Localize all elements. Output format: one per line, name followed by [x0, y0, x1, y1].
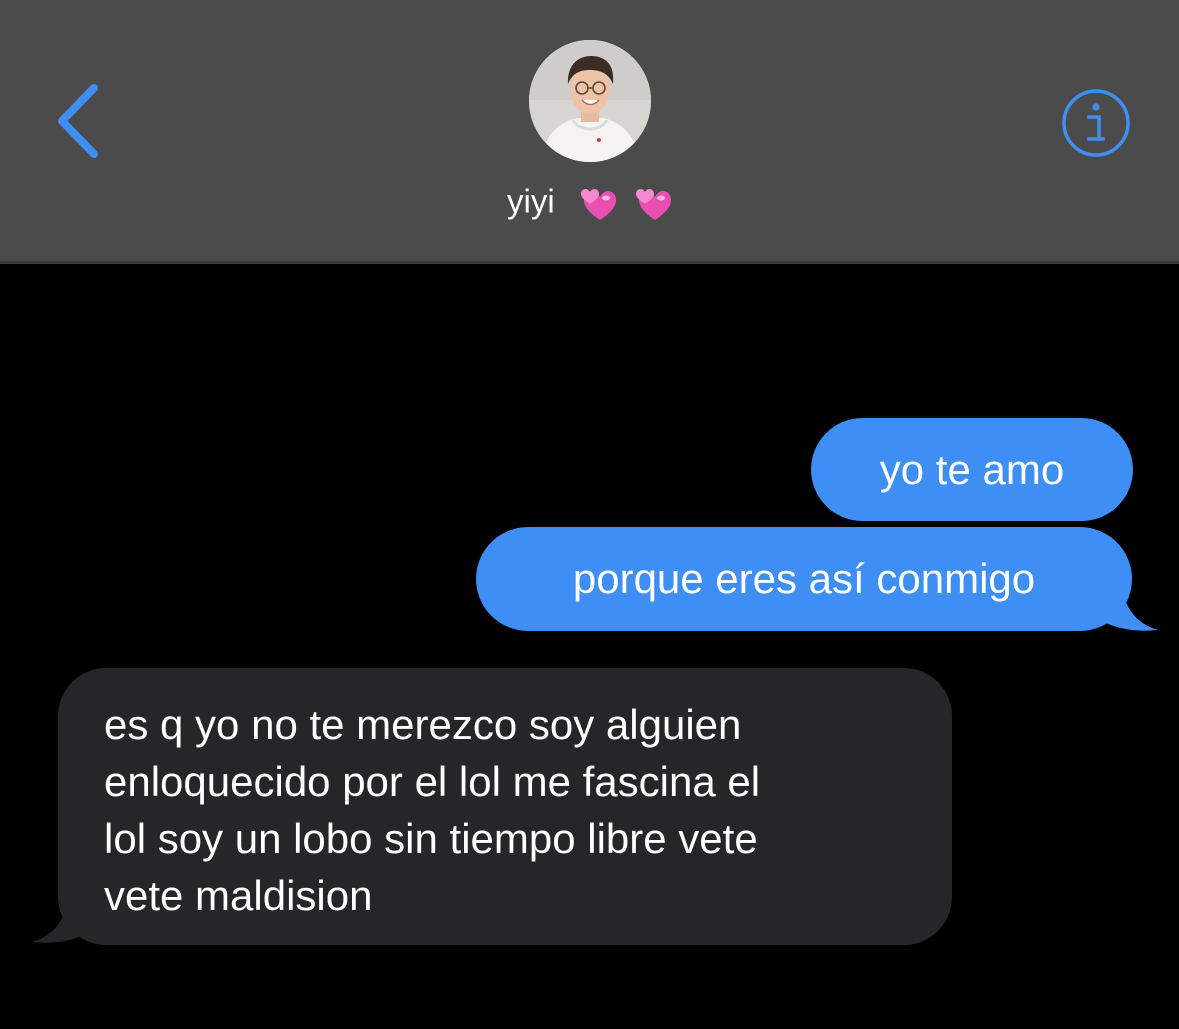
- outgoing-bubble-tail: [1100, 586, 1158, 631]
- message-bubble-outgoing[interactable]: yo te amo: [811, 418, 1133, 521]
- message-text-line: es q yo no te merezco soy alguien: [104, 701, 742, 748]
- message-text-line: enloquecido por el lol me fascina el: [104, 758, 761, 805]
- revolving-hearts-icon: [636, 188, 671, 220]
- conversation-header: yiyi: [0, 0, 1179, 264]
- back-button[interactable]: [44, 76, 124, 166]
- message-bubble-incoming[interactable]: es q yo no te merezco soy alguien enloqu…: [58, 668, 952, 945]
- contact-name-label: yiyi: [506, 182, 555, 220]
- messages-screen: yiyi yo te amo porque eres así conmigo e…: [0, 0, 1179, 1029]
- contact-emoji-group: [572, 178, 673, 224]
- info-button[interactable]: [1060, 87, 1132, 159]
- info-icon: [1062, 89, 1130, 157]
- message-thread[interactable]: yo te amo porque eres así conmigo es q y…: [0, 264, 1179, 1029]
- message-text-line: vete maldision: [104, 872, 373, 919]
- contact-avatar[interactable]: [529, 40, 651, 162]
- chevron-left-icon: [58, 84, 98, 158]
- message-text-line: lol soy un lobo sin tiempo libre vete: [104, 815, 758, 862]
- incoming-bubble-tail: [32, 898, 90, 943]
- avatar-photo: [529, 40, 651, 162]
- revolving-hearts-icon: [580, 188, 616, 220]
- contact-name[interactable]: yiyi: [440, 176, 740, 222]
- message-text: yo te amo: [879, 446, 1065, 493]
- message-bubble-outgoing[interactable]: porque eres así conmigo: [476, 527, 1132, 631]
- message-text: porque eres así conmigo: [572, 555, 1036, 602]
